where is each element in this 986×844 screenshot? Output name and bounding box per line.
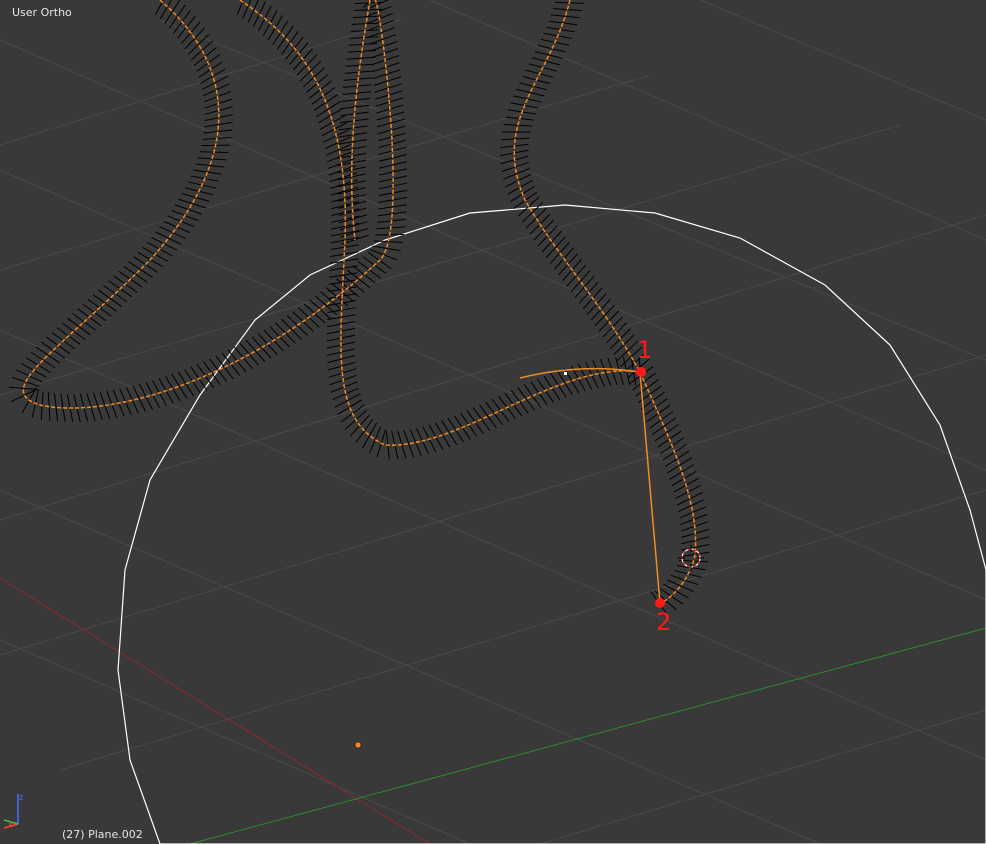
normal-tick bbox=[128, 261, 153, 278]
normal-tick bbox=[635, 379, 659, 397]
normal-tick bbox=[296, 54, 318, 76]
normal-tick bbox=[516, 88, 545, 97]
normal-tick bbox=[667, 457, 692, 474]
normal-tick bbox=[168, 4, 186, 29]
normal-tick bbox=[177, 371, 195, 397]
origin-point[interactable] bbox=[354, 741, 362, 749]
normal-tick bbox=[652, 417, 676, 436]
axis-x-label: x bbox=[8, 820, 13, 829]
3d-cursor-icon[interactable] bbox=[678, 545, 704, 571]
normal-tick bbox=[525, 207, 547, 229]
normal-tick bbox=[549, 242, 570, 264]
normal-tick bbox=[352, 15, 382, 18]
normal-tick bbox=[187, 34, 210, 55]
normal-tick bbox=[545, 236, 566, 259]
normal-tick bbox=[280, 318, 302, 340]
normal-tick bbox=[334, 393, 361, 408]
normal-tick bbox=[447, 417, 464, 443]
y-axis-line bbox=[189, 627, 986, 844]
normal-tick bbox=[479, 404, 497, 429]
annotation-label-2: 2 bbox=[656, 608, 672, 636]
normal-tick bbox=[598, 310, 620, 332]
normal-tick bbox=[247, 0, 259, 24]
normal-tick bbox=[362, 422, 378, 449]
normal-tick bbox=[316, 100, 341, 118]
normal-tick bbox=[663, 583, 689, 599]
normal-tick bbox=[92, 294, 117, 312]
normal-tick bbox=[61, 322, 86, 341]
normal-tick bbox=[521, 202, 544, 223]
normal-tick bbox=[276, 25, 294, 50]
normal-tick bbox=[191, 40, 214, 61]
control-point-2[interactable] bbox=[655, 598, 665, 608]
axis-z-label: z bbox=[19, 793, 23, 802]
normal-tick bbox=[132, 385, 146, 412]
x-axis-line bbox=[0, 577, 431, 844]
normal-tick bbox=[346, 56, 376, 60]
annotation-label-1: 1 bbox=[637, 336, 653, 364]
normal-tick bbox=[245, 339, 266, 363]
normal-tick bbox=[669, 464, 695, 480]
normal-tick bbox=[286, 315, 308, 336]
normal-tick bbox=[171, 373, 188, 399]
normal-tick bbox=[139, 383, 153, 410]
normal-tick bbox=[337, 399, 363, 416]
normal-tick bbox=[251, 336, 272, 359]
normal-tick bbox=[594, 304, 616, 327]
normal-tick bbox=[97, 289, 122, 307]
normal-tick bbox=[534, 51, 564, 59]
view-projection-label: User Ortho bbox=[12, 6, 72, 19]
normal-tick bbox=[215, 355, 234, 379]
normal-tick bbox=[30, 351, 56, 369]
active-object-label: (27) Plane.002 bbox=[62, 828, 143, 841]
normal-tick bbox=[123, 265, 148, 283]
normal-tick bbox=[550, 14, 580, 19]
normal-tick bbox=[159, 226, 186, 240]
normal-tick bbox=[66, 317, 91, 336]
normal-tick bbox=[523, 384, 542, 408]
normal-tick bbox=[654, 424, 679, 442]
normal-tick bbox=[299, 60, 322, 82]
normal-tick bbox=[155, 231, 182, 245]
control-point-1[interactable] bbox=[636, 367, 646, 377]
normal-tick bbox=[441, 420, 458, 445]
normal-tick bbox=[178, 198, 206, 209]
normal-tick bbox=[616, 340, 639, 361]
normal-tick bbox=[485, 401, 504, 426]
normal-tick bbox=[272, 20, 289, 45]
selected-curve-arc[interactable] bbox=[519, 367, 641, 379]
normal-tick bbox=[513, 95, 542, 103]
normal-tick bbox=[517, 387, 535, 411]
normal-tick bbox=[531, 57, 560, 66]
normal-tick bbox=[164, 0, 181, 24]
3d-viewport[interactable] bbox=[0, 0, 986, 844]
handle-point[interactable] bbox=[564, 372, 567, 375]
normal-tick bbox=[678, 499, 705, 513]
normal-tick bbox=[313, 94, 339, 111]
normal-tick bbox=[11, 388, 38, 403]
axis-gizmo-icon: z x bbox=[3, 793, 23, 829]
floor-grid bbox=[0, 0, 986, 844]
curve-normals bbox=[8, 0, 710, 616]
normal-tick bbox=[570, 270, 591, 293]
curve-right[interactable] bbox=[513, 0, 697, 604]
